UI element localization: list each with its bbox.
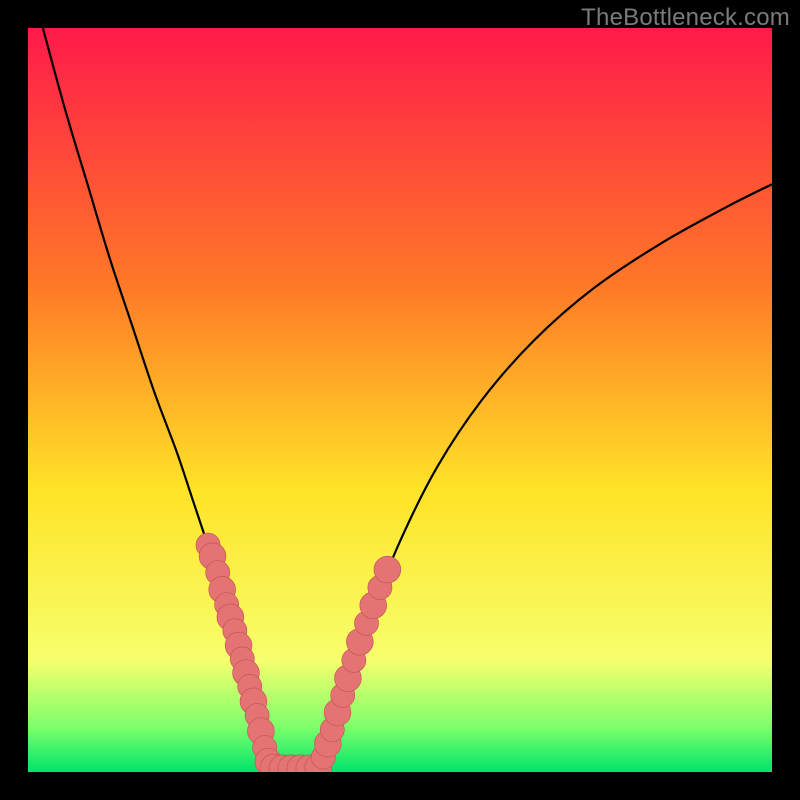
data-dot xyxy=(374,556,401,583)
outer-frame: TheBottleneck.com xyxy=(0,0,800,800)
gradient-bg xyxy=(28,28,772,772)
plot-area xyxy=(28,28,772,772)
watermark-text: TheBottleneck.com xyxy=(581,4,790,32)
chart-svg xyxy=(28,28,772,772)
